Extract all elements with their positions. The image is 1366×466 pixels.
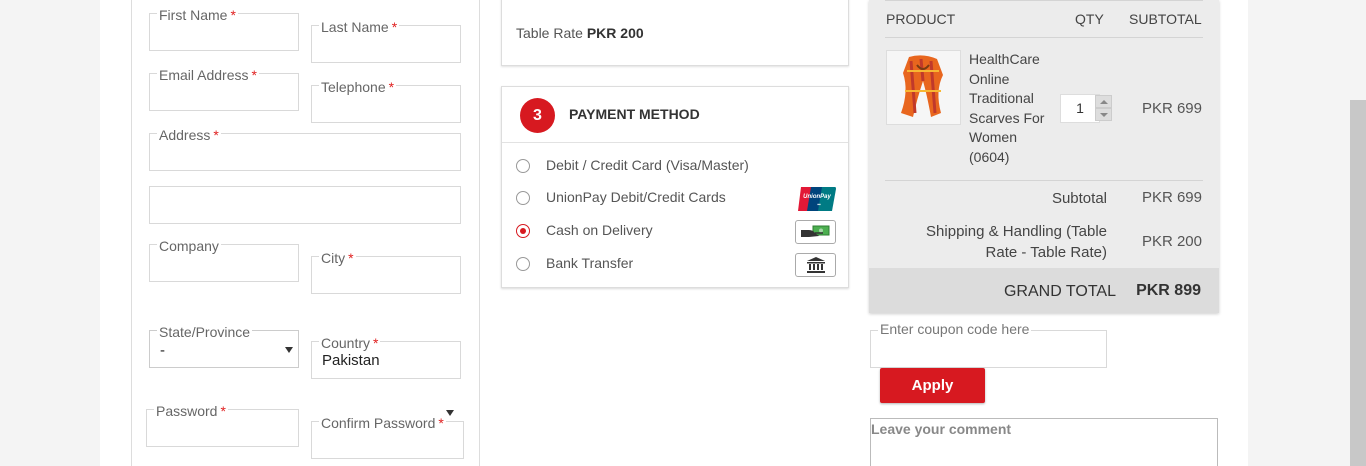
svg-text:▪▪: ▪▪ <box>817 202 821 208</box>
coupon-placeholder: Enter coupon code here <box>878 321 1032 337</box>
col-header-product: PRODUCT <box>886 11 956 27</box>
chevron-down-icon <box>285 347 293 353</box>
comment-placeholder: Leave your comment <box>871 421 1012 437</box>
address-label: Address * <box>157 127 221 143</box>
divider <box>885 180 1203 181</box>
password-label: Password * <box>154 403 228 419</box>
payment-option-unionpay[interactable]: UnionPay Debit/Credit Cards UnionPay ▪▪ <box>516 187 836 211</box>
product-thumbnail[interactable] <box>886 50 961 125</box>
orange-scarf-image <box>887 51 960 124</box>
col-header-subtotal: SUBTOTAL <box>1129 11 1202 27</box>
step-number-badge: 3 <box>520 98 555 133</box>
city-label: City * <box>319 250 356 266</box>
grand-total-value: PKR 899 <box>1136 282 1201 299</box>
radio-cod-selected[interactable] <box>516 224 530 238</box>
company-label: Company <box>157 238 221 254</box>
payment-method-section: 3 PAYMENT METHOD Debit / Credit Card (Vi… <box>501 86 849 288</box>
shipping-label: Shipping & Handling (Table Rate - Table … <box>926 223 1107 261</box>
page-scrollbar[interactable] <box>1350 100 1366 466</box>
subtotal-label: Subtotal <box>1051 190 1107 207</box>
payment-method-title: PAYMENT METHOD <box>569 106 700 122</box>
telephone-label: Telephone * <box>319 79 397 95</box>
apply-coupon-button[interactable]: Apply <box>880 368 985 403</box>
email-label: Email Address * <box>157 67 259 83</box>
radio-bank[interactable] <box>516 257 530 271</box>
cash-hand-icon <box>795 220 836 244</box>
grand-total-row: GRAND TOTAL PKR 899 <box>869 268 1219 313</box>
quantity-stepper[interactable] <box>1095 95 1112 122</box>
payment-method-header: 3 PAYMENT METHOD <box>502 87 848 143</box>
state-value: - <box>160 342 165 359</box>
radio-unionpay[interactable] <box>516 191 530 205</box>
quantity-input[interactable]: 1 <box>1060 94 1100 123</box>
divider <box>885 37 1203 38</box>
item-subtotal: PKR 699 <box>1141 100 1202 117</box>
divider <box>885 0 1203 1</box>
shipping-rate: Table Rate PKR 200 <box>516 25 644 41</box>
bank-icon <box>795 253 836 277</box>
grand-total-label: GRAND TOTAL <box>1003 283 1116 300</box>
shipping-value: PKR 200 <box>1141 233 1202 250</box>
order-summary: PRODUCT QTY SUBTOTAL HealthCare Online T… <box>869 0 1219 313</box>
qty-increment-icon[interactable] <box>1095 95 1112 108</box>
payment-option-label: Debit / Credit Card (Visa/Master) <box>546 157 749 173</box>
payment-option-card[interactable]: Debit / Credit Card (Visa/Master) <box>516 155 836 177</box>
customer-form: First Name * Last Name * Email Address * Te… <box>131 0 480 466</box>
address-line-2-input[interactable] <box>149 186 461 224</box>
payment-option-label: UnionPay Debit/Credit Cards <box>546 189 726 205</box>
product-name[interactable]: HealthCare Online Traditional Scarves Fo… <box>969 50 1059 168</box>
chevron-down-icon <box>446 410 454 416</box>
payment-option-label: Bank Transfer <box>546 255 634 271</box>
payment-option-bank[interactable]: Bank Transfer <box>516 253 836 277</box>
shipping-method-box: Table Rate PKR 200 <box>501 0 849 66</box>
last-name-label: Last Name * <box>319 19 400 35</box>
confirm-password-label: Confirm Password * <box>319 415 446 431</box>
svg-text:UnionPay: UnionPay <box>803 194 831 200</box>
first-name-label: First Name * <box>157 7 238 23</box>
state-label: State/Province <box>157 324 253 340</box>
subtotal-value: PKR 699 <box>1141 189 1202 206</box>
payment-option-label: Cash on Delivery <box>546 222 653 238</box>
radio-card[interactable] <box>516 159 530 173</box>
unionpay-logo-icon: UnionPay ▪▪ <box>798 187 836 216</box>
country-label: Country * <box>319 335 381 351</box>
country-value: Pakistan <box>322 352 380 369</box>
qty-decrement-icon[interactable] <box>1095 108 1112 121</box>
col-header-qty: QTY <box>1075 11 1104 27</box>
payment-option-cod[interactable]: Cash on Delivery <box>516 220 836 244</box>
